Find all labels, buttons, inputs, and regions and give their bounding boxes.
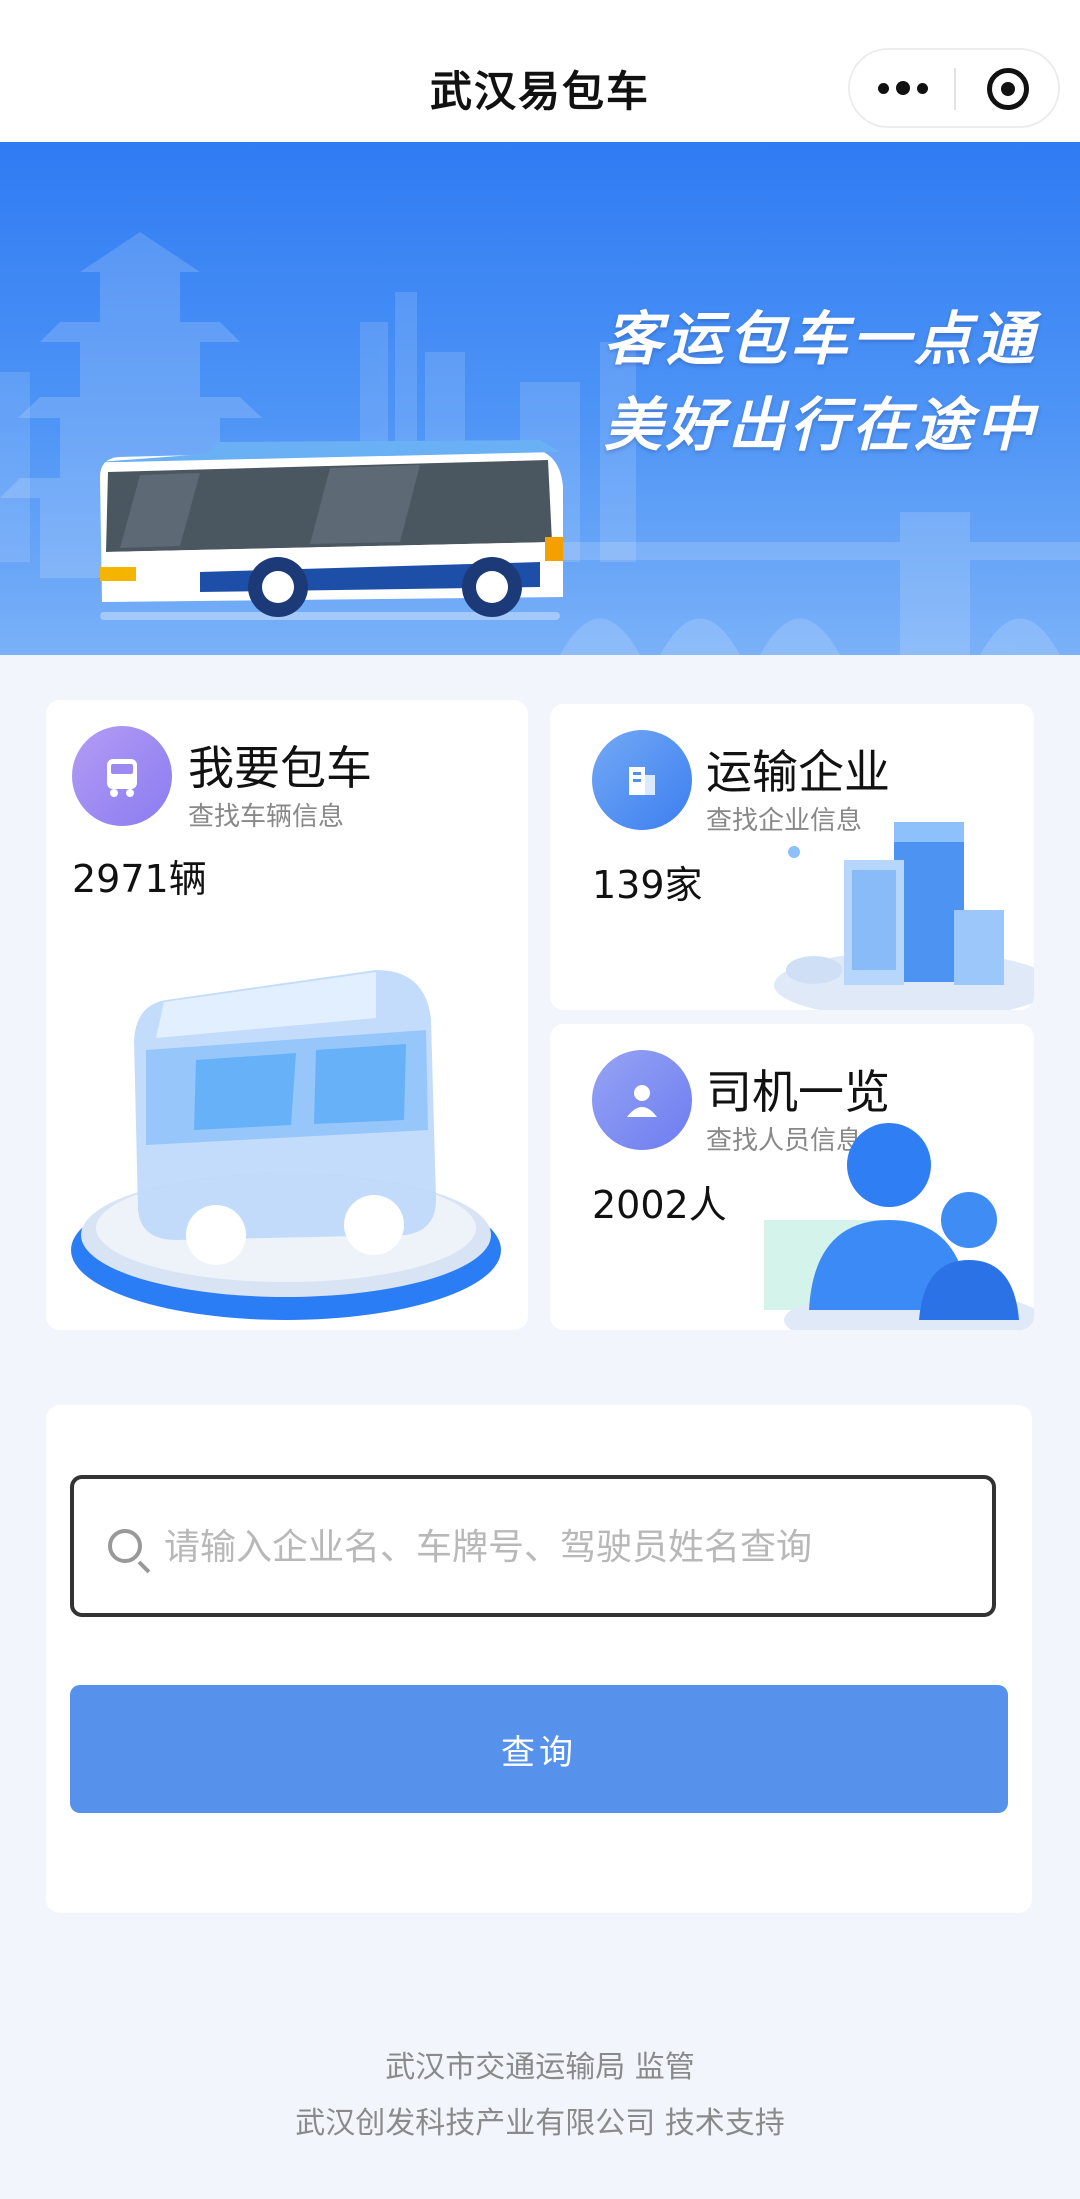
driver-count: 2002人 <box>592 1183 727 1227</box>
charter-vehicle-count: 2971辆 <box>72 857 207 901</box>
search-box[interactable] <box>70 1475 996 1617</box>
company-card[interactable]: 运输企业 查找企业信息 139家 <box>550 704 1034 1010</box>
banner-slogan-line1: 客运包车一点通 <box>603 305 1038 373</box>
top-nav-bar: 武汉易包车 <box>0 0 1080 142</box>
search-icon <box>108 1529 142 1563</box>
hero-banner: 客运包车一点通 美好出行在途中 <box>0 142 1080 655</box>
close-program-icon[interactable] <box>987 68 1029 110</box>
people-illustration-icon <box>764 1123 1034 1330</box>
banner-slogan-line2: 美好出行在途中 <box>603 391 1038 459</box>
more-menu-icon[interactable] <box>850 50 955 126</box>
charter-card-title: 我要包车 <box>188 741 372 795</box>
charter-card-subtitle: 查找车辆信息 <box>188 802 345 832</box>
person-icon <box>592 1050 692 1150</box>
bus-icon <box>72 726 172 826</box>
footer-supervisor: 武汉市交通运输局 监管 <box>385 2050 695 2085</box>
bus-illustration-icon <box>98 440 563 617</box>
footer-tech-support: 武汉创发科技产业有限公司 技术支持 <box>295 2106 785 2141</box>
company-card-title: 运输企业 <box>706 745 890 799</box>
driver-card[interactable]: 司机一览 查找人员信息 2002人 <box>550 1024 1034 1330</box>
search-input[interactable] <box>164 1515 964 1579</box>
capsule-divider <box>954 68 956 110</box>
search-panel: 查询 <box>46 1405 1032 1913</box>
mini-program-capsule <box>848 48 1060 128</box>
charter-card[interactable]: 我要包车 查找车辆信息 2971辆 <box>46 700 528 1330</box>
office-buildings-illustration-icon <box>774 822 1034 1010</box>
building-icon <box>592 730 692 830</box>
query-button[interactable]: 查询 <box>70 1685 1008 1813</box>
page: 武汉易包车 客运包车一点通 美好出行在途中 我要包车 查找车辆信息 2971辆 … <box>0 0 1080 2199</box>
glass-bus-illustration-icon <box>71 970 501 1320</box>
company-count: 139家 <box>592 863 703 907</box>
